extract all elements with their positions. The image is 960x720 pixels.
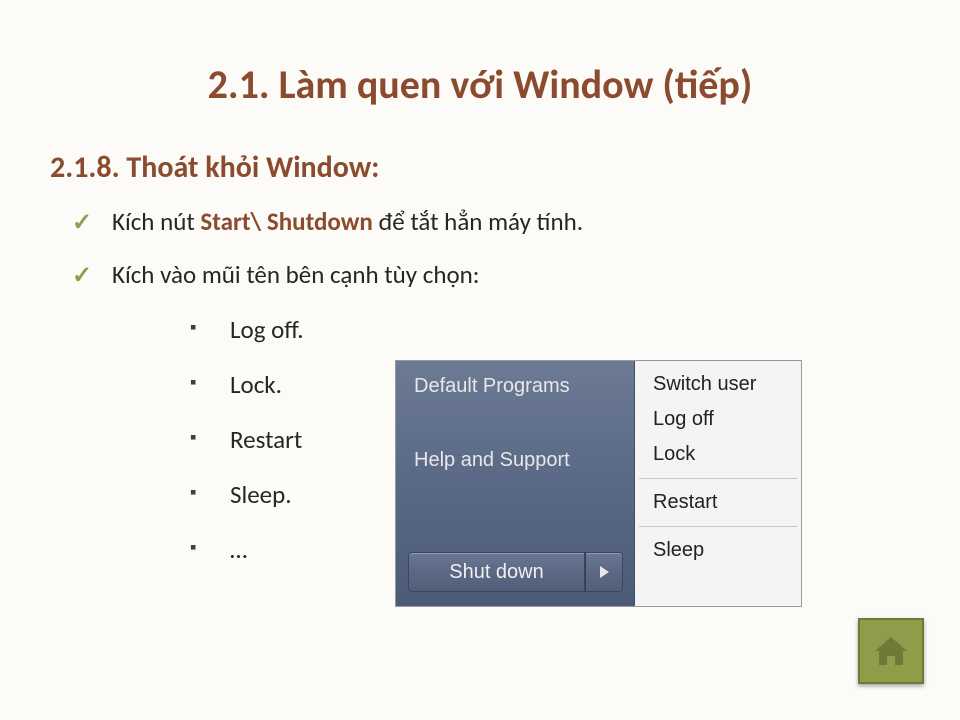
section-subtitle: 2.1.8. Thoát khỏi Window:	[50, 149, 910, 186]
bullet-text: Kích vào mũi tên bên cạnh tùy chọn:	[112, 259, 479, 290]
menu-item-sleep[interactable]: Sleep	[635, 533, 801, 568]
sub-bullet-item: Log off.	[190, 314, 910, 345]
menu-separator	[639, 526, 797, 527]
shutdown-expand-button[interactable]	[585, 552, 623, 592]
home-icon	[871, 631, 911, 671]
shutdown-menu-list: Switch user Log off Lock Restart Sleep	[635, 361, 801, 574]
shutdown-button[interactable]: Shut down	[408, 552, 585, 592]
chevron-right-icon	[600, 566, 609, 578]
bullet-item: Kích nút Start\ Shutdown để tắt hẳn máy …	[72, 206, 910, 237]
bullet-item: Kích vào mũi tên bên cạnh tùy chọn:	[72, 259, 910, 290]
bullet-text: để tắt hẳn máy tính.	[373, 206, 583, 237]
menu-item-lock[interactable]: Lock	[635, 437, 801, 472]
bullet-text: Kích nút	[112, 206, 200, 237]
start-menu-item-help-support[interactable]: Help and Support	[414, 449, 570, 472]
menu-item-log-off[interactable]: Log off	[635, 402, 801, 437]
home-button[interactable]	[858, 618, 924, 684]
menu-item-switch-user[interactable]: Switch user	[635, 367, 801, 402]
start-menu-left-panel: Default Programs Help and Support Shut d…	[396, 361, 635, 606]
bullet-bold: Start\ Shutdown	[200, 206, 372, 237]
shutdown-submenu: Switch user Log off Lock Restart Sleep	[635, 361, 801, 606]
menu-item-restart[interactable]: Restart	[635, 485, 801, 520]
start-menu-item-default-programs[interactable]: Default Programs	[414, 375, 570, 398]
page-title: 2.1. Làm quen với Window (tiếp)	[50, 60, 910, 109]
menu-separator	[639, 478, 797, 479]
windows-shutdown-screenshot: Default Programs Help and Support Shut d…	[395, 360, 802, 607]
shutdown-button-group: Shut down	[408, 552, 623, 592]
main-bullets: Kích nút Start\ Shutdown để tắt hẳn máy …	[72, 206, 910, 290]
